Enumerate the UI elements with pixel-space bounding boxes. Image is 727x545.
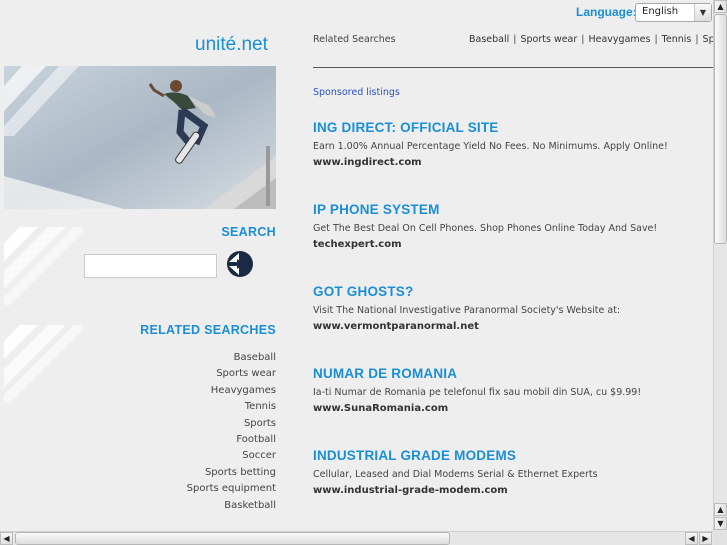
- list-item[interactable]: Tennis: [187, 399, 276, 415]
- topbar-link[interactable]: Heavygames: [589, 34, 651, 45]
- search-panel-decoration: [4, 227, 82, 305]
- sponsored-listing: NUMAR DE ROMANIA Ia-ti Numar de Romania …: [313, 366, 713, 414]
- listing-title-link[interactable]: INDUSTRIAL GRADE MODEMS: [313, 448, 713, 463]
- chevron-down-icon: ▼: [694, 4, 711, 21]
- language-selected-value: English: [642, 6, 679, 17]
- related-link[interactable]: Basketball: [224, 500, 276, 511]
- double-arrow-right-icon: [227, 251, 253, 277]
- list-item[interactable]: Sports equipment: [187, 481, 276, 497]
- separator: |: [513, 34, 517, 45]
- scroll-up-button[interactable]: ▲: [714, 0, 727, 13]
- arrow-up-icon: ▲: [717, 2, 724, 11]
- listing-description: Cellular, Leased and Dial Modems Serial …: [313, 469, 598, 480]
- list-item[interactable]: Heavygames: [187, 383, 276, 399]
- listing-url[interactable]: www.vermontparanormal.net: [313, 321, 713, 332]
- separator: |: [695, 34, 699, 45]
- list-item[interactable]: Sports wear: [187, 366, 276, 382]
- scroll-up-button-lower[interactable]: ▲: [714, 503, 727, 516]
- topbar-related-label: Related Searches: [313, 34, 396, 45]
- language-select[interactable]: English ▼: [635, 3, 712, 22]
- horizontal-scroll-thumb[interactable]: [15, 532, 450, 545]
- related-link[interactable]: Football: [236, 434, 276, 445]
- listing-url[interactable]: www.industrial-grade-modem.com: [313, 485, 713, 496]
- related-link[interactable]: Sports betting: [205, 467, 276, 478]
- related-panel-decoration: [4, 325, 82, 403]
- sponsored-listing: ING DIRECT: OFFICIAL SITE Earn 1.00% Ann…: [313, 120, 713, 168]
- listing-url[interactable]: techexpert.com: [313, 239, 713, 250]
- listing-description: Earn 1.00% Annual Percentage Yield No Fe…: [313, 141, 668, 152]
- sponsored-listing: IP PHONE SYSTEM Get The Best Deal On Cel…: [313, 202, 713, 250]
- listing-description: Visit The National Investigative Paranor…: [313, 305, 621, 316]
- listing-url[interactable]: www.SunaRomania.com: [313, 403, 713, 414]
- related-link[interactable]: Sports equipment: [187, 483, 276, 494]
- sponsored-listing: GOT GHOSTS? Visit The National Investiga…: [313, 284, 713, 332]
- separator: |: [654, 34, 658, 45]
- site-logo[interactable]: unité.net: [195, 34, 268, 56]
- scrollbar-corner: [713, 531, 727, 545]
- list-item[interactable]: Baseball: [187, 350, 276, 366]
- topbar-link[interactable]: Sports wear: [520, 34, 577, 45]
- listing-url[interactable]: www.ingdirect.com: [313, 157, 713, 168]
- related-searches-list: Baseball Sports wear Heavygames Tennis S…: [187, 350, 276, 514]
- listing-title-link[interactable]: NUMAR DE ROMANIA: [313, 366, 713, 381]
- language-label: Language:: [576, 5, 637, 19]
- hero-image-skateboarder: [4, 66, 276, 209]
- related-link[interactable]: Tennis: [245, 401, 276, 412]
- arrow-left-icon: ◀: [688, 534, 695, 543]
- topbar-related-links: Baseball | Sports wear | Heavygames | Tennis | S…: [469, 34, 713, 45]
- list-item[interactable]: Sports betting: [187, 465, 276, 481]
- scroll-left-button-lower[interactable]: ◀: [685, 532, 698, 545]
- arrow-down-icon: ▼: [717, 519, 724, 528]
- listing-description: Get The Best Deal On Cell Phones. Shop P…: [313, 223, 658, 234]
- list-item[interactable]: Soccer: [187, 448, 276, 464]
- vertical-scrollbar[interactable]: ▲ ▲ ▼: [713, 0, 727, 531]
- listing-title-link[interactable]: GOT GHOSTS?: [313, 284, 713, 299]
- arrow-up-icon: ▲: [717, 505, 724, 514]
- arrow-left-icon: ◀: [3, 534, 10, 543]
- arrow-right-icon: ▶: [702, 534, 709, 543]
- related-link[interactable]: Sports: [244, 418, 276, 429]
- sponsored-listing: INDUSTRIAL GRADE MODEMS Cellular, Leased…: [313, 448, 713, 496]
- related-link[interactable]: Baseball: [234, 352, 276, 363]
- search-heading: SEARCH: [221, 225, 276, 239]
- search-submit-button[interactable]: [225, 249, 255, 279]
- related-link[interactable]: Heavygames: [211, 385, 276, 396]
- topbar-link[interactable]: Baseball: [469, 34, 509, 45]
- topbar-link[interactable]: Tennis: [662, 34, 692, 45]
- related-searches-heading: RELATED SEARCHES: [140, 323, 276, 337]
- sponsored-listings-label: Sponsored listings: [313, 87, 400, 98]
- scroll-down-button[interactable]: ▼: [714, 517, 727, 530]
- list-item[interactable]: Football: [187, 432, 276, 448]
- topbar-link[interactable]: Sports: [703, 34, 713, 45]
- listing-title-link[interactable]: IP PHONE SYSTEM: [313, 202, 713, 217]
- listing-description: Ia-ti Numar de Romania pe telefonul fix …: [313, 387, 642, 398]
- scroll-right-button[interactable]: ▶: [699, 532, 712, 545]
- list-item[interactable]: Basketball: [187, 498, 276, 514]
- vertical-scroll-thumb[interactable]: [714, 14, 727, 244]
- separator: |: [581, 34, 585, 45]
- related-link[interactable]: Sports wear: [216, 368, 276, 379]
- search-input[interactable]: [84, 254, 217, 278]
- divider: [313, 67, 713, 68]
- related-link[interactable]: Soccer: [242, 450, 276, 461]
- horizontal-scrollbar[interactable]: ◀ ◀ ▶: [0, 531, 713, 545]
- listing-title-link[interactable]: ING DIRECT: OFFICIAL SITE: [313, 120, 713, 135]
- scroll-left-button[interactable]: ◀: [0, 532, 13, 545]
- list-item[interactable]: Sports: [187, 416, 276, 432]
